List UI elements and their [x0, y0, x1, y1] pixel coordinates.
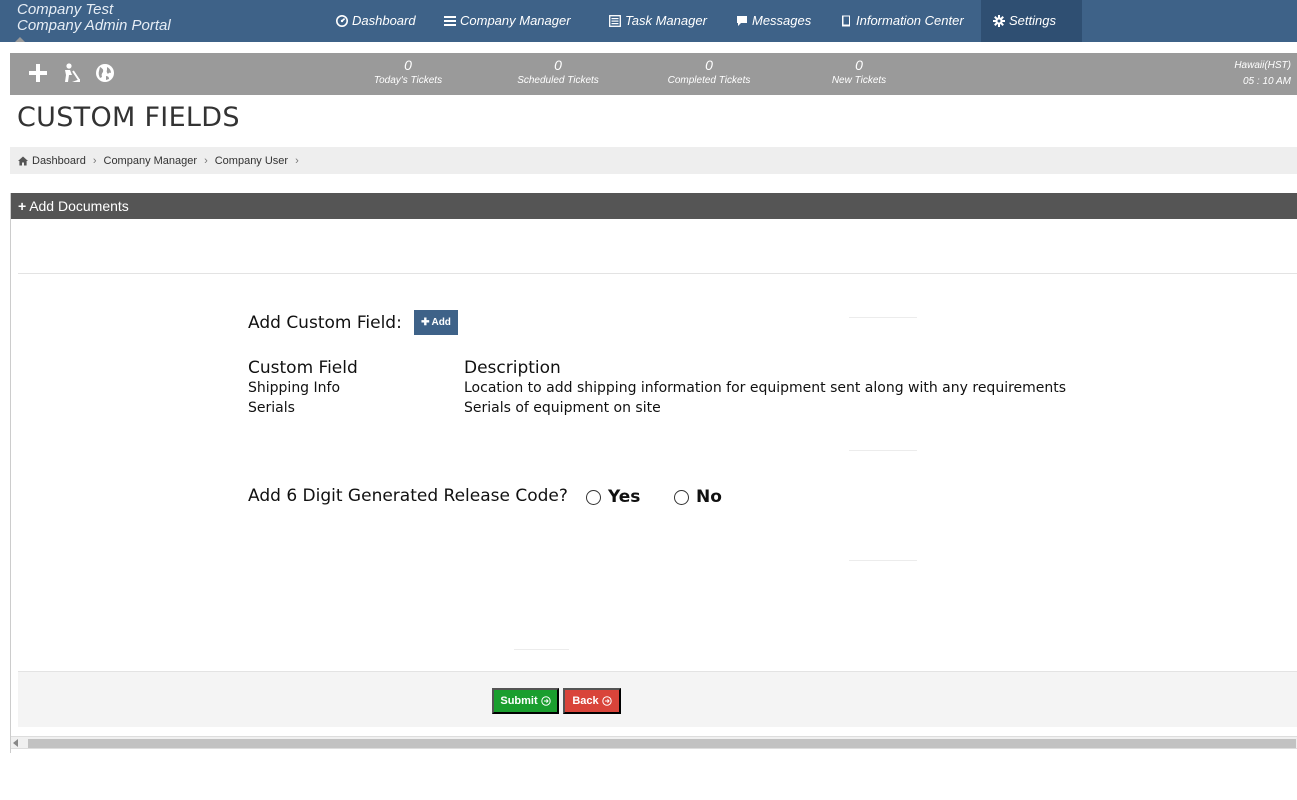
horizontal-scrollbar[interactable] — [11, 736, 1297, 749]
brand[interactable]: Company Test Company Admin Portal — [17, 2, 171, 34]
panel-header-label: Add Documents — [29, 198, 129, 214]
chevron-right-icon: › — [204, 154, 208, 167]
timezone-clock: Hawaii(HST) 05 : 10 AM — [1234, 58, 1291, 90]
page-title: CUSTOM FIELDS — [17, 102, 240, 133]
stat-new-label: New Tickets — [831, 75, 887, 86]
chevron-right-icon: › — [295, 154, 299, 167]
add-button-label: Add — [431, 317, 451, 328]
custom-field-description: Serials of equipment on site — [464, 400, 661, 416]
nav-task-manager-label: Task Manager — [625, 13, 707, 28]
add-custom-field-label: Add Custom Field: — [248, 313, 402, 333]
nav-messages[interactable]: Messages — [736, 0, 811, 42]
back-button[interactable]: Back — [563, 688, 621, 714]
stat-todays-tickets[interactable]: 0 Today's Tickets — [353, 57, 463, 87]
top-navbar: Company Test Company Admin Portal Dashbo… — [0, 0, 1297, 42]
stat-completed-value: 0 — [705, 57, 713, 73]
globe-icon[interactable] — [94, 62, 116, 84]
custom-field-description: Location to add shipping information for… — [464, 380, 1067, 396]
custom-field-name: Serials — [248, 400, 295, 416]
scrollbar-thumb[interactable] — [28, 739, 1296, 748]
scroll-left-icon[interactable] — [13, 739, 18, 747]
release-code-question: Add 6 Digit Generated Release Code? — [248, 486, 568, 506]
arrow-circle-right-icon — [540, 696, 551, 706]
nav-company-manager[interactable]: Company Manager — [444, 0, 571, 42]
breadcrumb-company-user[interactable]: Company User — [215, 155, 288, 167]
add-custom-field-button[interactable]: ✚ Add — [414, 310, 458, 335]
submit-button[interactable]: Submit — [492, 688, 559, 714]
release-code-no-radio[interactable]: No — [674, 487, 722, 507]
description-header: Description — [464, 358, 561, 378]
nav-dashboard[interactable]: Dashboard — [336, 0, 416, 42]
nav-messages-label: Messages — [752, 13, 812, 28]
form-actions: Submit Back — [18, 671, 1297, 727]
plus-icon: + — [18, 198, 27, 214]
stat-todays-label: Today's Tickets — [373, 75, 443, 86]
home-icon — [18, 156, 28, 165]
divider — [18, 273, 1297, 274]
radio-circle-icon[interactable] — [674, 489, 689, 505]
stat-completed-label: Completed Tickets — [667, 75, 751, 86]
nav-task-manager[interactable]: Task Manager — [609, 0, 707, 42]
submit-label: Submit — [500, 695, 538, 707]
add-icon[interactable] — [27, 62, 49, 84]
stat-scheduled-value: 0 — [554, 57, 562, 73]
custom-field-name: Shipping Info — [248, 380, 341, 396]
dashboard-icon — [336, 15, 348, 27]
add-documents-panel: + Add Documents Add Custom Field: ✚ Add … — [10, 193, 1297, 753]
nav-information-center[interactable]: Information Center — [840, 0, 964, 42]
divider — [849, 560, 917, 561]
radio-circle-icon[interactable] — [586, 489, 601, 505]
book-icon — [842, 15, 850, 27]
stat-new-value: 0 — [855, 57, 863, 73]
stats-bar: 0 Today's Tickets 0 Scheduled Tickets 0 … — [10, 53, 1297, 95]
brand-notch — [15, 37, 25, 42]
brand-company-name: Company Test — [17, 1, 114, 18]
divider — [849, 450, 917, 451]
release-code-yes-radio[interactable]: Yes — [586, 487, 640, 507]
worker-icon[interactable] — [60, 62, 82, 84]
list-icon — [444, 16, 456, 26]
gear-icon — [993, 15, 1005, 27]
nav-settings[interactable]: Settings — [981, 0, 1082, 42]
yes-label: Yes — [608, 487, 641, 507]
stat-scheduled-tickets[interactable]: 0 Scheduled Tickets — [503, 57, 613, 87]
panel-header[interactable]: + Add Documents — [11, 193, 1297, 219]
chevron-right-icon: › — [92, 154, 97, 167]
arrow-circle-right-icon — [601, 696, 612, 706]
nav-settings-label: Settings — [1009, 13, 1056, 28]
stat-new-tickets[interactable]: 0 New Tickets — [804, 57, 914, 87]
back-label: Back — [572, 695, 599, 707]
breadcrumb-company-manager[interactable]: Company Manager — [104, 155, 198, 167]
breadcrumb: Dashboard › Company Manager › Company Us… — [10, 147, 1297, 174]
tasks-icon — [609, 15, 621, 27]
chat-icon — [737, 16, 747, 26]
stat-completed-tickets[interactable]: 0 Completed Tickets — [654, 57, 764, 87]
timezone-name: Hawaii(HST) — [1234, 60, 1291, 71]
divider — [849, 317, 917, 318]
nav-information-center-label: Information Center — [856, 13, 964, 28]
breadcrumb-dashboard-label: Dashboard — [32, 154, 86, 167]
timezone-time: 05 : 10 AM — [1243, 76, 1291, 87]
brand-portal-name: Company Admin Portal — [17, 17, 171, 34]
breadcrumb-dashboard[interactable]: Dashboard — [18, 155, 86, 167]
stat-scheduled-label: Scheduled Tickets — [517, 75, 599, 86]
no-label: No — [696, 487, 722, 507]
plus-icon: ✚ — [421, 317, 430, 328]
custom-field-header: Custom Field — [248, 358, 358, 378]
nav-dashboard-label: Dashboard — [352, 13, 416, 28]
stat-todays-value: 0 — [404, 57, 412, 73]
divider — [514, 649, 569, 650]
nav-company-manager-label: Company Manager — [460, 13, 571, 28]
